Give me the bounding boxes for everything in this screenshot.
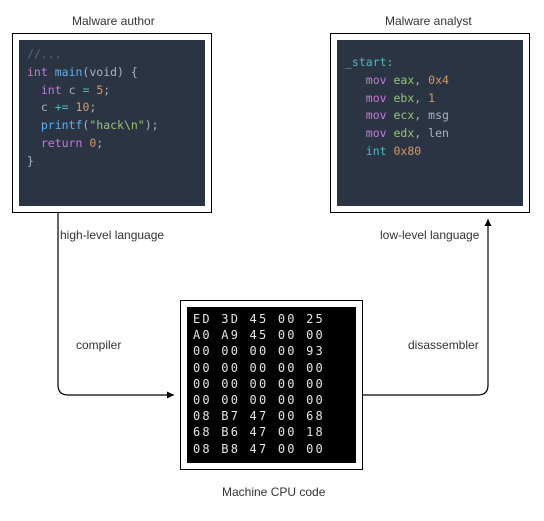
high-level-label: high-level language bbox=[60, 228, 164, 242]
asm-mov1: mov bbox=[366, 73, 387, 87]
machine-code-panel: ED 3D 45 00 25 A0 A9 45 00 00 00 00 00 0… bbox=[187, 307, 356, 463]
author-title-label: Malware author bbox=[72, 14, 155, 28]
c-func-main: main bbox=[55, 65, 83, 79]
mc-row8: 08 B8 47 00 00 bbox=[193, 442, 325, 456]
compiler-label: compiler bbox=[76, 338, 121, 352]
asm-0x4: 0x4 bbox=[428, 73, 449, 87]
asm-mov2: mov bbox=[366, 91, 387, 105]
mc-row2: 00 00 00 00 93 bbox=[193, 344, 325, 358]
asm-mov4: mov bbox=[366, 126, 387, 140]
c-source-panel: //... int main(void) { int c = 5; c += 1… bbox=[19, 40, 205, 206]
mc-row6: 08 B7 47 00 68 bbox=[193, 409, 325, 423]
machine-title-label: Machine CPU code bbox=[222, 485, 325, 499]
c-close-brace: } bbox=[27, 154, 34, 168]
c-punct: (void) { bbox=[82, 65, 137, 79]
c-func-printf: printf bbox=[41, 118, 83, 132]
asm-msg: msg bbox=[428, 108, 449, 122]
c-var-c2: c bbox=[41, 100, 48, 114]
low-level-label: low-level language bbox=[380, 228, 479, 242]
c-kw-int2: int bbox=[41, 83, 62, 97]
asm-1: 1 bbox=[428, 91, 435, 105]
asm-0x80: 0x80 bbox=[394, 144, 422, 158]
analyst-title-label: Malware analyst bbox=[385, 14, 472, 28]
asm-eax: eax bbox=[394, 73, 415, 87]
asm-panel: _start: mov eax, 0x4 mov ebx, 1 mov ecx,… bbox=[337, 40, 523, 206]
author-box: //... int main(void) { int c = 5; c += 1… bbox=[12, 33, 212, 213]
disassembler-arrow bbox=[363, 219, 488, 395]
asm-int: int bbox=[366, 144, 387, 158]
c-op-pluseq: += bbox=[55, 100, 69, 114]
c-comment: //... bbox=[27, 47, 62, 61]
asm-ecx: ecx bbox=[394, 108, 415, 122]
mc-row0: ED 3D 45 00 25 bbox=[193, 312, 325, 326]
asm-label-start: _start: bbox=[345, 55, 393, 69]
machine-box: ED 3D 45 00 25 A0 A9 45 00 00 00 00 00 0… bbox=[180, 300, 363, 470]
mc-row5: 00 00 00 00 00 bbox=[193, 393, 325, 407]
c-num-10: 10 bbox=[76, 100, 90, 114]
asm-len: len bbox=[428, 126, 449, 140]
c-kw-int: int bbox=[27, 65, 48, 79]
asm-ebx: ebx bbox=[394, 91, 415, 105]
disassembler-label: disassembler bbox=[408, 338, 479, 352]
mc-row7: 68 B6 47 00 18 bbox=[193, 425, 325, 439]
c-kw-return: return bbox=[41, 136, 83, 150]
asm-mov3: mov bbox=[366, 108, 387, 122]
c-var-c: c bbox=[69, 83, 76, 97]
c-op-eq: = bbox=[82, 83, 89, 97]
c-str-hack: "hack\n" bbox=[89, 118, 144, 132]
mc-row1: A0 A9 45 00 00 bbox=[193, 328, 325, 342]
mc-row3: 00 00 00 00 00 bbox=[193, 361, 325, 375]
asm-edx: edx bbox=[394, 126, 415, 140]
analyst-box: _start: mov eax, 0x4 mov ebx, 1 mov ecx,… bbox=[330, 33, 530, 213]
mc-row4: 00 00 00 00 00 bbox=[193, 377, 325, 391]
